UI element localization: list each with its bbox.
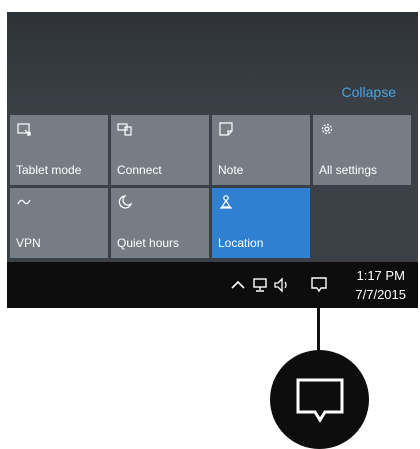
- tile-label: Location: [218, 236, 264, 250]
- connect-icon: [117, 123, 132, 136]
- tile-label: Note: [218, 163, 244, 177]
- moon-icon: [118, 195, 133, 209]
- tile-quiet-hours[interactable]: Quiet hours: [111, 188, 209, 258]
- clock-date: 7/7/2015: [355, 287, 406, 302]
- tile-all-settings[interactable]: All settings: [313, 115, 411, 185]
- gear-icon: [321, 123, 333, 135]
- tile-label: Connect: [117, 163, 162, 177]
- clock-time: 1:17 PM: [356, 268, 405, 283]
- tile-label: All settings: [319, 163, 378, 177]
- tablet-mode-icon: [17, 123, 31, 136]
- action-center-icon[interactable]: [310, 276, 328, 294]
- action-center-icon: [296, 378, 344, 423]
- vpn-icon: [17, 199, 31, 205]
- tile-vpn[interactable]: VPN: [10, 188, 108, 258]
- tile-note[interactable]: Note: [212, 115, 310, 185]
- tile-tablet-mode[interactable]: Tablet mode: [10, 115, 108, 185]
- location-icon: [220, 195, 232, 209]
- callout-connector: [317, 308, 320, 352]
- tile-label: Quiet hours: [117, 236, 180, 250]
- taskbar: 1:17 PM 7/7/2015: [7, 262, 418, 308]
- note-icon: [219, 122, 233, 136]
- action-center-panel: Collapse: [7, 12, 418, 112]
- callout-magnifier: [270, 350, 369, 449]
- chevron-up-icon[interactable]: [229, 276, 247, 294]
- tile-label: Tablet mode: [16, 163, 82, 177]
- network-icon[interactable]: [251, 276, 269, 294]
- clock[interactable]: 1:17 PM 7/7/2015: [355, 266, 406, 304]
- volume-icon[interactable]: [273, 276, 291, 294]
- tile-label: VPN: [16, 236, 41, 250]
- collapse-link[interactable]: Collapse: [342, 84, 396, 100]
- tile-connect[interactable]: Connect: [111, 115, 209, 185]
- quick-actions-grid: Tablet mode Connect Note All settings VP…: [7, 112, 418, 262]
- tile-location[interactable]: Location: [212, 188, 310, 258]
